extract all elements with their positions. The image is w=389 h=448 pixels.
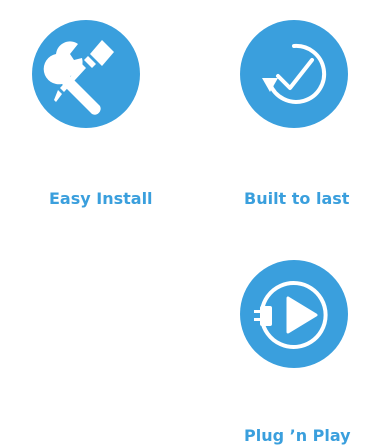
plug-play-icon: [240, 260, 348, 368]
wrench-screwdriver-icon: [32, 20, 140, 128]
feature-label: Plug ’n Play: [244, 426, 351, 445]
circular-checkmark-icon: [240, 20, 348, 128]
feature-label: Built to last: [244, 189, 350, 208]
feature-label: Easy Install: [49, 189, 153, 208]
